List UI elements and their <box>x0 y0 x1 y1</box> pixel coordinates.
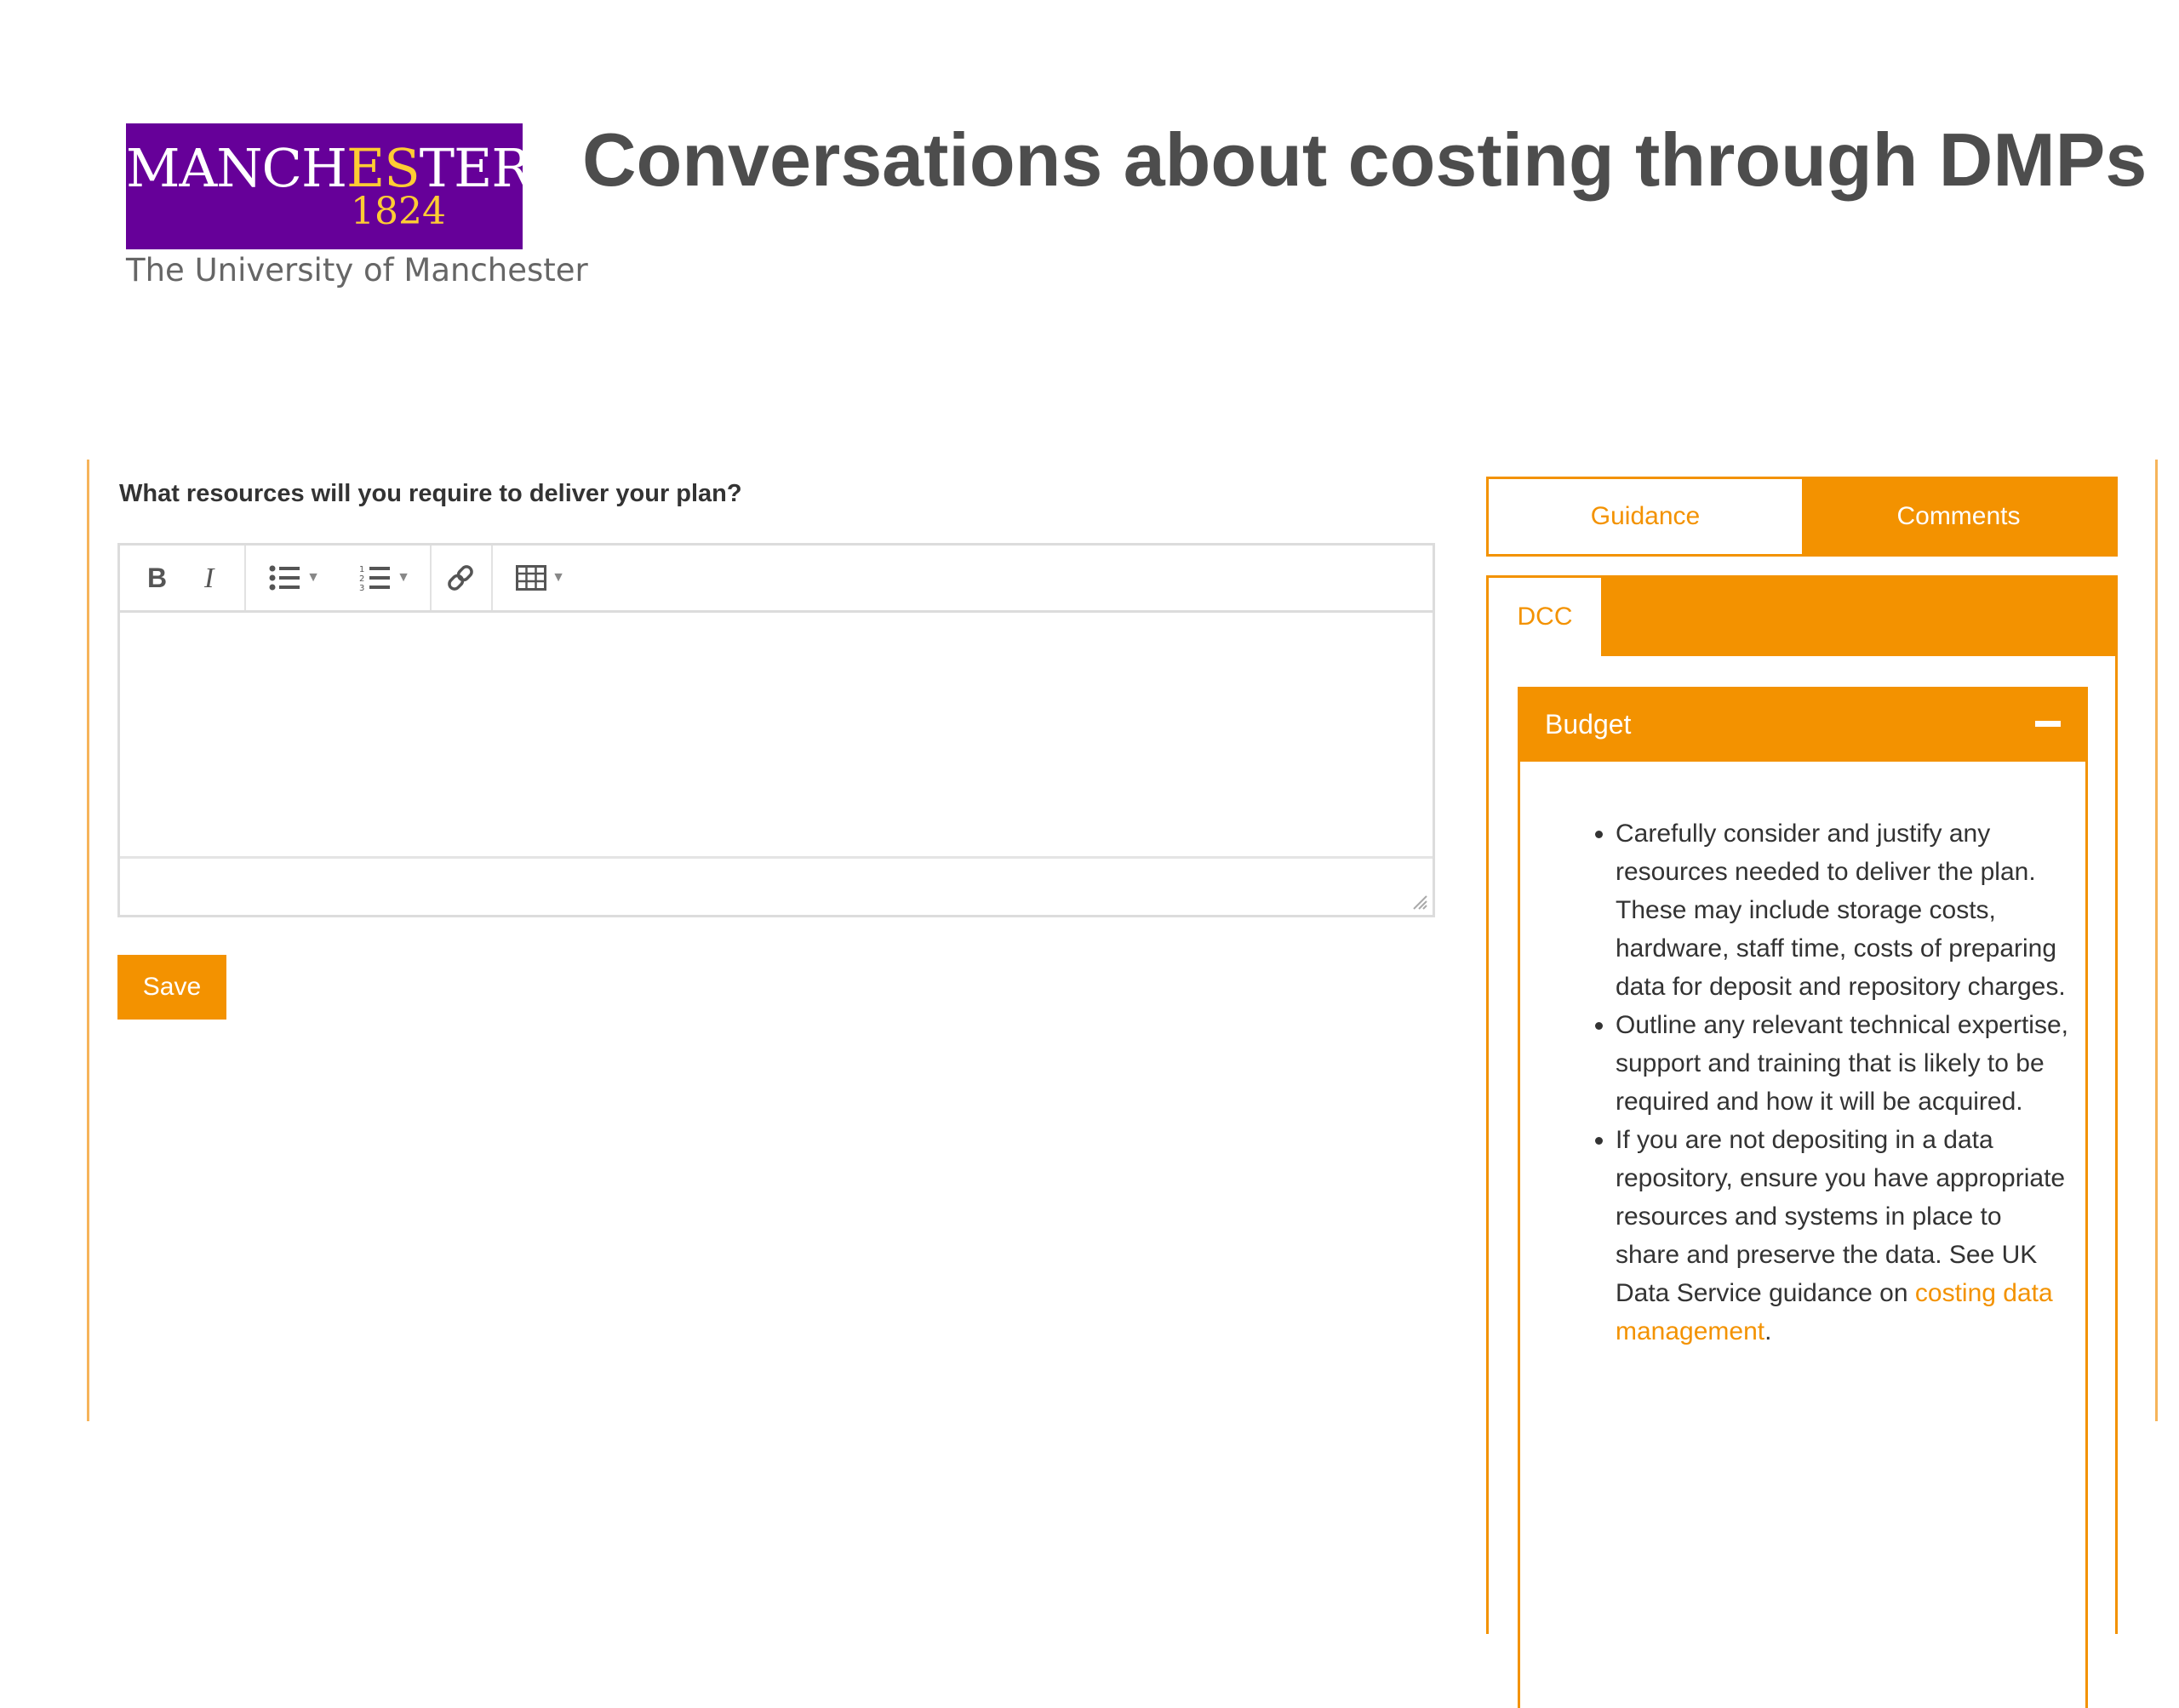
link-icon <box>448 565 473 591</box>
save-button[interactable]: Save <box>117 955 226 1020</box>
chevron-down-icon: ▼ <box>306 570 320 585</box>
italic-button[interactable]: I <box>192 557 232 598</box>
italic-icon: I <box>203 564 215 591</box>
question-label: What resources will you require to deliv… <box>119 480 742 507</box>
budget-accordion-header[interactable]: Budget <box>1518 687 2088 762</box>
table-icon <box>516 565 547 591</box>
table-button[interactable]: ▼ <box>506 557 575 598</box>
toolbar-group-lists: ▼ 1 2 3 ▼ <box>244 546 432 610</box>
link-button[interactable] <box>440 557 481 598</box>
svg-text:3: 3 <box>359 584 364 591</box>
minus-icon[interactable] <box>2035 721 2061 727</box>
chevron-down-icon: ▼ <box>397 570 410 585</box>
svg-text:1: 1 <box>359 565 364 574</box>
guidance-comments-tabs: Guidance Comments <box>1486 477 2118 557</box>
source-tab-bar <box>1601 578 2115 656</box>
university-logo: MANCHESTER 1824 <box>126 123 531 249</box>
toolbar-group-link <box>430 546 493 610</box>
tab-guidance[interactable]: Guidance <box>1489 479 1802 554</box>
answer-editor: B I ▼ 1 2 3 ▼ ▼ <box>117 543 1435 917</box>
chevron-down-icon: ▼ <box>552 570 565 585</box>
frame-left-line <box>87 460 89 1421</box>
tab-comments[interactable]: Comments <box>1802 479 2115 554</box>
svg-text:2: 2 <box>359 574 364 584</box>
logo-wordmark: MANCHESTER <box>126 137 531 199</box>
editor-statusbar <box>120 856 1433 915</box>
numbered-list-button[interactable]: 1 2 3 ▼ <box>346 557 423 598</box>
frame-right-line <box>2155 460 2158 1421</box>
bullet-list-icon <box>269 565 300 591</box>
list-item: Carefully consider and justify any resou… <box>1616 814 2068 1006</box>
bold-button[interactable]: B <box>135 557 176 598</box>
tab-dcc[interactable]: DCC <box>1489 578 1601 656</box>
guidance-panel: DCC Budget Carefully consider and justif… <box>1486 575 2118 1708</box>
svg-text:I: I <box>203 564 215 591</box>
bullet-list-button[interactable]: ▼ <box>256 557 333 598</box>
slide-title: Conversations about costing through DMPs <box>582 117 2148 202</box>
budget-guidance-text: Carefully consider and justify any resou… <box>1592 814 2068 1351</box>
bold-icon: B <box>147 564 167 591</box>
answer-text-area[interactable] <box>120 613 1433 856</box>
logo-year: 1824 <box>351 190 446 233</box>
budget-title: Budget <box>1545 708 1632 740</box>
toolbar-group-format: B I <box>120 546 246 610</box>
editor-toolbar: B I ▼ 1 2 3 ▼ ▼ <box>120 546 1433 613</box>
svg-text:B: B <box>147 564 167 591</box>
logo-subtitle: The University of Manchester <box>126 252 588 288</box>
numbered-list-icon: 1 2 3 <box>359 565 391 591</box>
list-item: Outline any relevant technical expertise… <box>1616 1006 2068 1121</box>
resize-handle-icon[interactable] <box>1410 893 1427 910</box>
budget-accordion: Budget Carefully consider and justify an… <box>1518 687 2088 1708</box>
list-item: If you are not depositing in a data repo… <box>1616 1121 2068 1351</box>
